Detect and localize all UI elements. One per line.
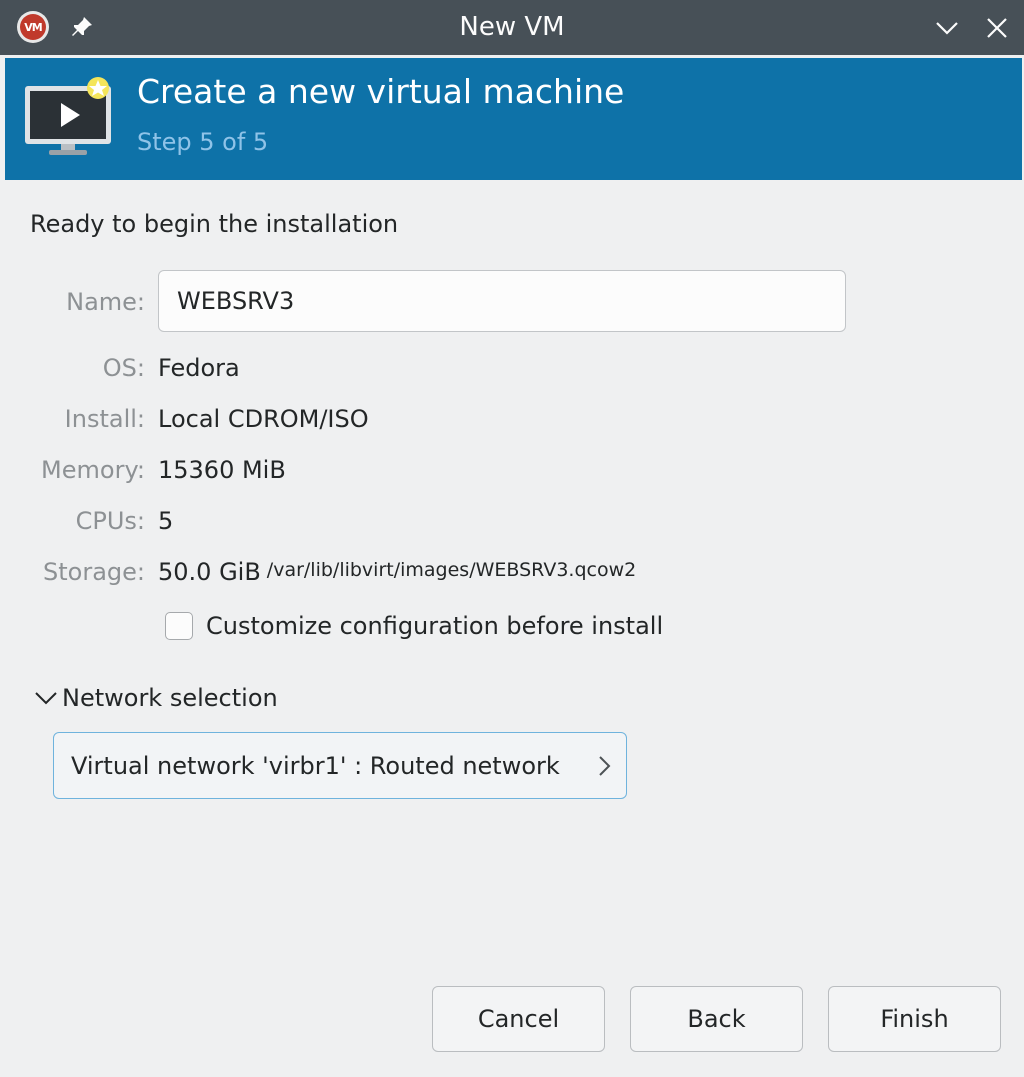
name-label: Name:	[66, 288, 145, 316]
cpus-value: 5	[158, 507, 174, 535]
summary-heading: Ready to begin the installation	[30, 210, 399, 238]
minimize-chevron-icon[interactable]	[932, 13, 962, 43]
storage-path: /var/lib/libvirt/images/WEBSRV3.qcow2	[266, 559, 637, 581]
os-value: Fedora	[158, 354, 240, 382]
title-bar: VM New VM	[0, 0, 1024, 55]
storage-value: 50.0 GiB/var/lib/libvirt/images/WEBSRV3.…	[158, 558, 636, 586]
wizard-header: Create a new virtual machine Step 5 of 5	[5, 58, 1022, 180]
finish-button[interactable]: Finish	[828, 986, 1001, 1052]
network-selection-expander[interactable]: Network selection	[32, 684, 278, 712]
chevron-right-icon	[599, 756, 611, 776]
storage-size: 50.0 GiB	[158, 558, 261, 586]
close-icon[interactable]	[982, 13, 1012, 43]
customize-checkbox[interactable]	[165, 612, 193, 640]
new-vm-dialog: VM New VM Create a new virtual machine S…	[0, 0, 1024, 1077]
install-label: Install:	[64, 405, 145, 433]
memory-label: Memory:	[41, 456, 145, 484]
back-button[interactable]: Back	[630, 986, 803, 1052]
storage-label: Storage:	[43, 558, 145, 586]
chevron-down-icon[interactable]	[32, 684, 60, 712]
network-source-value: Virtual network 'virbr1' : Routed networ…	[71, 751, 560, 780]
cancel-button[interactable]: Cancel	[432, 986, 605, 1052]
network-selection-label[interactable]: Network selection	[62, 684, 278, 712]
network-source-dropdown[interactable]: Virtual network 'virbr1' : Routed networ…	[53, 732, 627, 799]
os-label: OS:	[102, 354, 145, 382]
memory-value: 15360 MiB	[158, 456, 286, 484]
install-value: Local CDROM/ISO	[158, 405, 369, 433]
name-input[interactable]	[158, 270, 846, 332]
header-title: Create a new virtual machine	[137, 72, 625, 111]
monitor-play-icon	[25, 77, 111, 155]
cpus-label: CPUs:	[75, 507, 145, 535]
customize-label[interactable]: Customize configuration before install	[206, 612, 663, 640]
window-title: New VM	[459, 12, 565, 42]
header-step: Step 5 of 5	[137, 128, 269, 156]
customize-checkbox-row[interactable]: Customize configuration before install	[165, 612, 663, 640]
